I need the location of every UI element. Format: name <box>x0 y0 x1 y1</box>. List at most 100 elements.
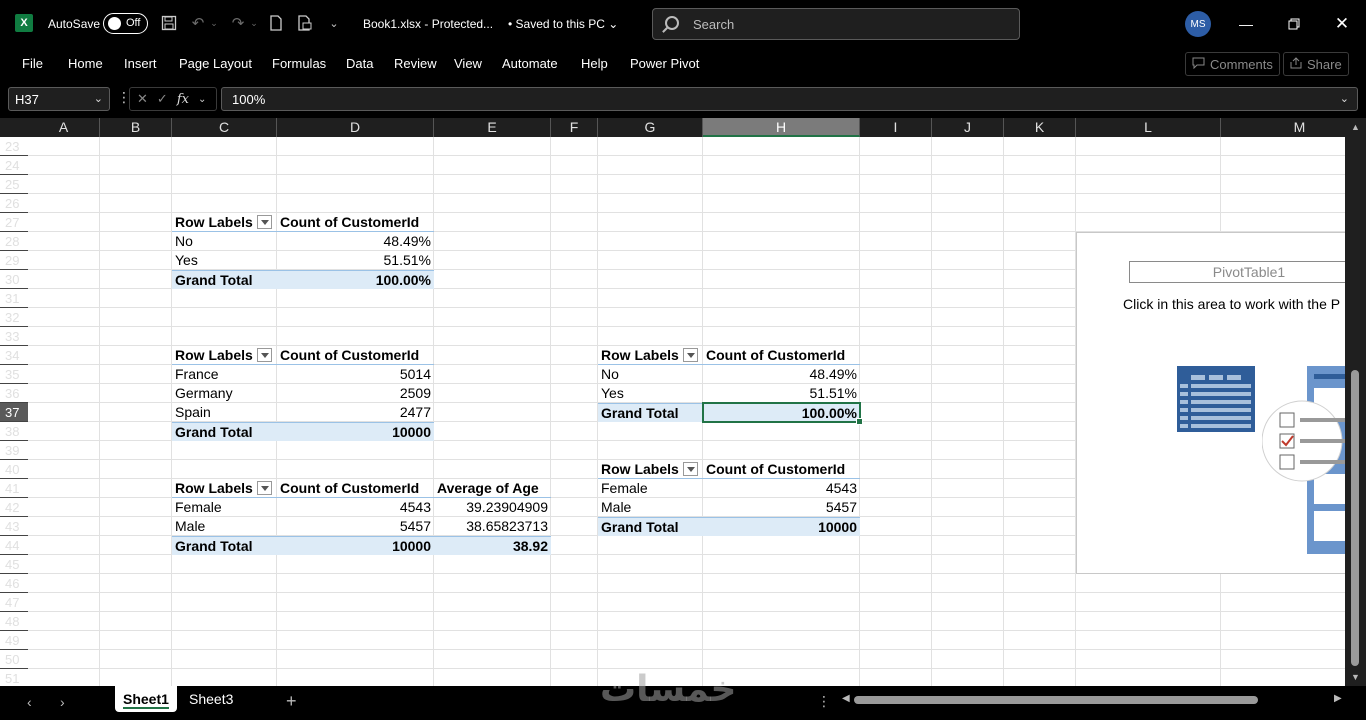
minimize-icon[interactable]: — <box>1236 14 1256 34</box>
row-header-31[interactable]: 31 <box>0 289 28 308</box>
column-header-l[interactable]: L <box>1076 118 1221 137</box>
formula-input[interactable]: 100% ⌄ <box>221 87 1358 111</box>
horizontal-scroll-thumb[interactable] <box>854 696 1258 704</box>
row-header-30[interactable]: 30 <box>0 270 28 289</box>
pivot-grand-total-label[interactable]: Grand Total <box>598 517 703 536</box>
pivot-row-value[interactable]: 48.49% <box>703 365 860 384</box>
pivot-row-label[interactable]: Germany <box>172 384 277 403</box>
column-header-h[interactable]: H <box>703 118 860 137</box>
vertical-scrollbar[interactable]: ▲ ▼ <box>1345 118 1366 686</box>
column-header-d[interactable]: D <box>277 118 434 137</box>
pivot-table-placeholder[interactable]: PivotTable1 Click in this area to work w… <box>1076 232 1345 574</box>
comments-button[interactable]: Comments <box>1185 52 1280 76</box>
pivot-grand-total-label[interactable]: Grand Total <box>172 536 277 555</box>
pivot-row-value[interactable]: 51.51% <box>277 251 434 270</box>
restore-icon[interactable] <box>1284 14 1304 34</box>
customize-toolbar-icon[interactable]: ⌄ <box>324 13 344 33</box>
active-cell-selection[interactable] <box>702 402 863 425</box>
column-header-k[interactable]: K <box>1004 118 1076 137</box>
column-header-b[interactable]: B <box>100 118 172 137</box>
row-header-38[interactable]: 38 <box>0 422 28 441</box>
tab-formulas[interactable]: Formulas <box>272 56 326 71</box>
sheet-tab-sheet3[interactable]: Sheet3 <box>181 686 241 712</box>
row-header-25[interactable]: 25 <box>0 175 28 194</box>
pivot-row-label[interactable]: Female <box>598 479 703 498</box>
worksheet-grid[interactable]: ABCDEFGHIJKLM 23 24 25 26 27 28 29 30 31 32 33 34 35… <box>0 118 1345 686</box>
new-file-icon[interactable] <box>266 13 286 33</box>
pivot-header-row-labels[interactable]: Row Labels <box>598 346 703 365</box>
insert-function-icon[interactable]: fx <box>177 92 189 107</box>
select-all-corner[interactable] <box>0 118 28 137</box>
pivot-row-label[interactable]: Yes <box>172 251 277 270</box>
pivot-row-label[interactable]: Male <box>598 498 703 517</box>
row-header-23[interactable]: 23 <box>0 137 28 156</box>
pivot-row-value[interactable]: 2477 <box>277 403 434 422</box>
pivot-row-value[interactable]: 4543 <box>277 498 434 517</box>
horizontal-scrollbar[interactable]: ◀ ▶ <box>842 693 1346 706</box>
pivot-header-count[interactable]: Count of CustomerId <box>703 346 860 365</box>
tab-automate[interactable]: Automate <box>502 56 558 71</box>
pivot-header-row-labels[interactable]: Row Labels <box>172 479 277 498</box>
pivot-row-label[interactable]: Female <box>172 498 277 517</box>
pivot-grand-total-label[interactable]: Grand Total <box>172 270 277 289</box>
pivot-header-count[interactable]: Count of CustomerId <box>277 346 434 365</box>
filter-dropdown-icon[interactable] <box>256 215 272 229</box>
autosave-toggle[interactable]: Off <box>103 13 148 34</box>
scroll-left-icon[interactable]: ◀ <box>842 693 850 704</box>
close-icon[interactable]: ✕ <box>1332 14 1352 34</box>
pivot-row-average[interactable]: 39.23904909 <box>434 498 551 517</box>
pivot-row-label[interactable]: France <box>172 365 277 384</box>
enter-icon[interactable]: ✓ <box>157 91 168 107</box>
row-header-37[interactable]: 37 <box>0 403 28 422</box>
chevron-right-icon[interactable]: › <box>60 694 65 710</box>
pivot-row-label[interactable]: No <box>598 365 703 384</box>
pivot-row-value[interactable]: 48.49% <box>277 232 434 251</box>
row-header-34[interactable]: 34 <box>0 346 28 365</box>
pivot-row-label[interactable]: Yes <box>598 384 703 403</box>
column-header-f[interactable]: F <box>551 118 598 137</box>
pivot-grand-total-value[interactable]: 100.00% <box>277 270 434 289</box>
pivot-row-value[interactable]: 4543 <box>703 479 860 498</box>
row-header-44[interactable]: 44 <box>0 536 28 555</box>
pivot-row-value[interactable]: 5014 <box>277 365 434 384</box>
save-icon[interactable] <box>159 13 179 33</box>
more-sheets-icon[interactable]: ⋮ <box>817 693 831 710</box>
column-header-a[interactable]: A <box>28 118 100 137</box>
chevron-down-icon[interactable]: ⌄ <box>198 94 206 105</box>
pivot-row-value[interactable]: 5457 <box>703 498 860 517</box>
pivot-header-row-labels[interactable]: Row Labels <box>172 346 277 365</box>
tab-data[interactable]: Data <box>346 56 373 71</box>
undo-dropdown-icon[interactable]: ⌄ <box>204 13 224 33</box>
column-header-i[interactable]: I <box>860 118 932 137</box>
column-header-e[interactable]: E <box>434 118 551 137</box>
row-header-36[interactable]: 36 <box>0 384 28 403</box>
row-header-33[interactable]: 33 <box>0 327 28 346</box>
chevron-down-icon[interactable]: ⌄ <box>94 92 103 105</box>
row-header-42[interactable]: 42 <box>0 498 28 517</box>
pivot-header-count[interactable]: Count of CustomerId <box>277 213 434 232</box>
pivot-row-label[interactable]: Male <box>172 517 277 536</box>
row-header-51[interactable]: 51 <box>0 669 28 686</box>
tab-help[interactable]: Help <box>581 56 608 71</box>
vertical-scroll-thumb[interactable] <box>1351 370 1359 666</box>
row-header-47[interactable]: 47 <box>0 593 28 612</box>
share-button[interactable]: Share <box>1283 52 1349 76</box>
pivot-row-average[interactable]: 38.65823713 <box>434 517 551 536</box>
name-box[interactable]: H37 ⌄ <box>8 87 110 111</box>
sheet-tab-sheet1[interactable]: Sheet1 <box>115 686 177 712</box>
pivot-header-row-labels[interactable]: Row Labels <box>598 460 703 479</box>
row-header-29[interactable]: 29 <box>0 251 28 270</box>
pivot-grand-total-average[interactable]: 38.92 <box>434 536 551 555</box>
pivot-grand-total-value[interactable]: 10000 <box>277 422 434 441</box>
pivot-grand-total-label[interactable]: Grand Total <box>598 403 703 422</box>
row-header-24[interactable]: 24 <box>0 156 28 175</box>
row-header-40[interactable]: 40 <box>0 460 28 479</box>
scroll-down-icon[interactable]: ▼ <box>1351 672 1360 682</box>
tab-view[interactable]: View <box>454 56 482 71</box>
scroll-right-icon[interactable]: ▶ <box>1334 693 1342 704</box>
column-header-j[interactable]: J <box>932 118 1004 137</box>
row-header-32[interactable]: 32 <box>0 308 28 327</box>
tab-home[interactable]: Home <box>68 56 103 71</box>
row-header-26[interactable]: 26 <box>0 194 28 213</box>
tab-page-layout[interactable]: Page Layout <box>179 56 252 71</box>
